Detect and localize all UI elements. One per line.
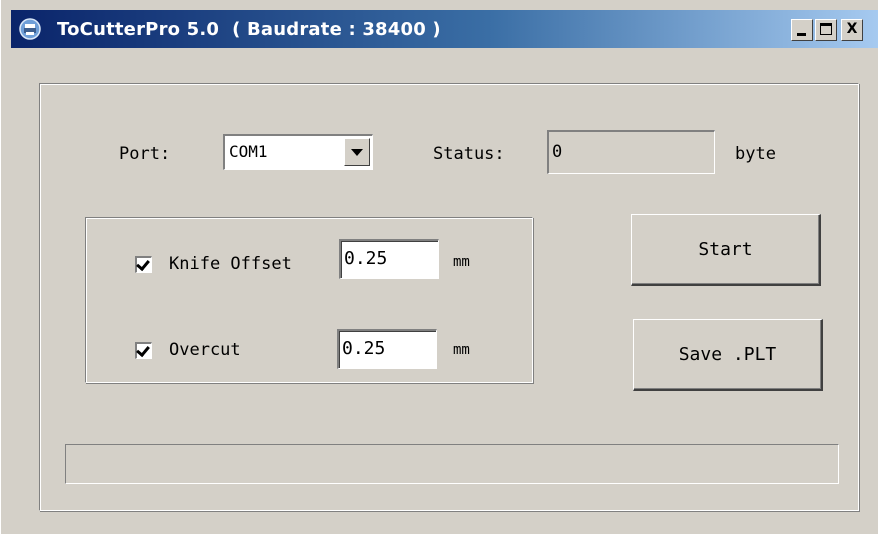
checkmark-icon	[136, 256, 150, 272]
knife-offset-checkbox[interactable]	[135, 256, 152, 273]
overcut-checkbox[interactable]	[135, 342, 152, 359]
save-plt-button-label: Save .PLT	[678, 344, 777, 365]
knife-offset-input[interactable]: 0.25	[339, 239, 439, 279]
status-field: 0	[547, 130, 715, 174]
maximize-button[interactable]	[815, 19, 837, 41]
maximize-icon	[820, 23, 832, 35]
title-bar[interactable]: ToCutterPro 5.0 ( Baudrate : 38400 ) X	[11, 10, 878, 48]
minimize-icon	[797, 33, 806, 36]
overcut-label[interactable]: Overcut	[169, 340, 241, 360]
status-label: Status:	[433, 144, 505, 164]
save-plt-button[interactable]: Save .PLT	[633, 319, 823, 391]
start-button-label: Start	[698, 239, 753, 260]
overcut-unit: mm	[453, 342, 470, 358]
port-select-value: COM1	[229, 142, 268, 161]
overcut-input[interactable]: 0.25	[337, 329, 437, 369]
cut-options-group	[85, 217, 533, 383]
checkmark-icon	[136, 342, 150, 358]
knife-offset-label[interactable]: Knife Offset	[169, 254, 292, 274]
minimize-button[interactable]	[791, 19, 813, 41]
app-window: ToCutterPro 5.0 ( Baudrate : 38400 ) X P…	[0, 0, 878, 534]
status-value: 0	[552, 142, 563, 162]
port-select[interactable]: COM1	[223, 134, 373, 170]
start-button[interactable]: Start	[631, 214, 821, 286]
printer-icon	[19, 18, 41, 40]
close-button[interactable]: X	[841, 19, 863, 41]
port-dropdown-button[interactable]	[344, 138, 370, 166]
chevron-down-icon	[351, 149, 363, 156]
window-title: ToCutterPro 5.0 ( Baudrate : 38400 )	[57, 19, 441, 40]
status-unit: byte	[735, 144, 776, 164]
close-icon: X	[846, 21, 858, 37]
knife-offset-unit: mm	[453, 254, 470, 270]
progress-bar	[65, 444, 839, 484]
port-label: Port:	[119, 144, 171, 164]
